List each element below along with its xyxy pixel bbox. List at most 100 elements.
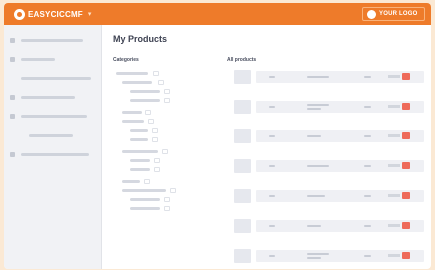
product-row[interactable]: [227, 249, 425, 263]
product-cell: [364, 255, 371, 257]
sidebar-item-icon: [10, 133, 15, 138]
sidebar-item[interactable]: [10, 52, 96, 66]
sidebar-item-icon: [10, 113, 15, 119]
product-cell: [269, 106, 275, 108]
category-item[interactable]: [122, 81, 152, 84]
top-bar: EASYCICCMF ▾ YOUR LOGO: [4, 3, 431, 25]
category-count: [148, 119, 154, 124]
category-count: [164, 197, 170, 202]
delete-icon[interactable]: [402, 103, 410, 110]
brand-name: EASYCICCMF: [28, 9, 83, 19]
product-row[interactable]: [227, 129, 425, 143]
category-item[interactable]: [130, 90, 160, 93]
sidebar-item-label: [21, 95, 75, 99]
product-name: [307, 76, 329, 78]
product-cell: [269, 165, 275, 167]
category-item[interactable]: [122, 150, 158, 153]
product-price: [388, 134, 400, 137]
sidebar-item[interactable]: [10, 109, 96, 123]
your-logo-label: YOUR LOGO: [379, 11, 418, 17]
category-item[interactable]: [122, 111, 142, 114]
product-cell: [364, 225, 371, 227]
product-cell: [364, 195, 371, 197]
sidebar-item-label: [21, 38, 83, 42]
product-name: [307, 257, 321, 259]
delete-icon[interactable]: [402, 252, 410, 259]
product-thumbnail: [234, 100, 251, 114]
category-count: [154, 167, 160, 172]
category-item[interactable]: [130, 99, 160, 102]
product-cell: [269, 225, 275, 227]
sidebar-item-icon: [10, 76, 15, 81]
product-name: [307, 253, 329, 255]
product-row[interactable]: [227, 100, 425, 114]
delete-icon[interactable]: [402, 192, 410, 199]
category-count: [164, 206, 170, 211]
product-price: [388, 105, 400, 108]
logo-icon: [367, 9, 376, 19]
delete-icon[interactable]: [402, 73, 410, 80]
product-cell: [269, 76, 275, 78]
product-cell: [269, 135, 275, 137]
category-count: [154, 158, 160, 163]
sidebar-item-label: [21, 57, 55, 61]
sidebar-item[interactable]: [10, 33, 96, 47]
product-row[interactable]: [227, 159, 425, 173]
product-row[interactable]: [227, 189, 425, 203]
category-item[interactable]: [130, 129, 148, 132]
product-cell: [364, 76, 371, 78]
delete-icon[interactable]: [402, 162, 410, 169]
product-price: [388, 224, 400, 227]
product-cell: [269, 195, 275, 197]
sidebar-item[interactable]: [10, 147, 96, 161]
category-count: [145, 110, 151, 115]
category-item[interactable]: [122, 180, 140, 183]
product-thumbnail: [234, 129, 251, 143]
chevron-down-icon: ▾: [87, 11, 92, 18]
brand-logo-icon: [14, 8, 25, 20]
category-item[interactable]: [130, 159, 150, 162]
sidebar-item-label: [21, 114, 87, 118]
sidebar-item-icon: [10, 94, 15, 100]
sidebar-item-icon: [10, 37, 15, 43]
product-name: [307, 108, 321, 110]
category-item[interactable]: [122, 189, 166, 192]
categories-heading: Categories: [113, 57, 139, 63]
category-item[interactable]: [130, 198, 160, 201]
category-count: [164, 89, 170, 94]
category-count: [153, 71, 159, 76]
product-thumbnail: [234, 70, 251, 84]
sidebar-item[interactable]: [10, 128, 96, 142]
sidebar-item[interactable]: [10, 90, 96, 104]
sidebar-item-label: [29, 133, 73, 137]
product-thumbnail: [234, 249, 251, 263]
product-thumbnail: [234, 219, 251, 233]
your-logo-button[interactable]: YOUR LOGO: [362, 7, 425, 21]
category-item[interactable]: [116, 72, 148, 75]
category-item[interactable]: [130, 168, 150, 171]
brand-menu[interactable]: EASYCICCMF ▾: [14, 8, 91, 20]
main-content: My Products Categories All products: [102, 25, 431, 269]
category-item[interactable]: [130, 207, 160, 210]
delete-icon[interactable]: [402, 222, 410, 229]
category-count: [164, 98, 170, 103]
product-cell: [269, 255, 275, 257]
product-name: [307, 135, 321, 137]
delete-icon[interactable]: [402, 132, 410, 139]
sidebar-item-icon: [10, 151, 15, 157]
category-item[interactable]: [130, 138, 148, 141]
product-name: [307, 195, 325, 197]
product-cell: [364, 106, 371, 108]
product-name: [307, 165, 329, 167]
category-item[interactable]: [122, 120, 144, 123]
category-count: [162, 149, 168, 154]
page-title: My Products: [113, 34, 168, 44]
sidebar-item-label: [21, 76, 91, 80]
sidebar: [4, 25, 102, 269]
sidebar-item[interactable]: [10, 71, 96, 85]
sidebar-item-icon: [10, 56, 15, 62]
product-row[interactable]: [227, 219, 425, 233]
products-heading: All products: [227, 57, 257, 63]
category-count: [170, 188, 176, 193]
product-row[interactable]: [227, 70, 425, 84]
